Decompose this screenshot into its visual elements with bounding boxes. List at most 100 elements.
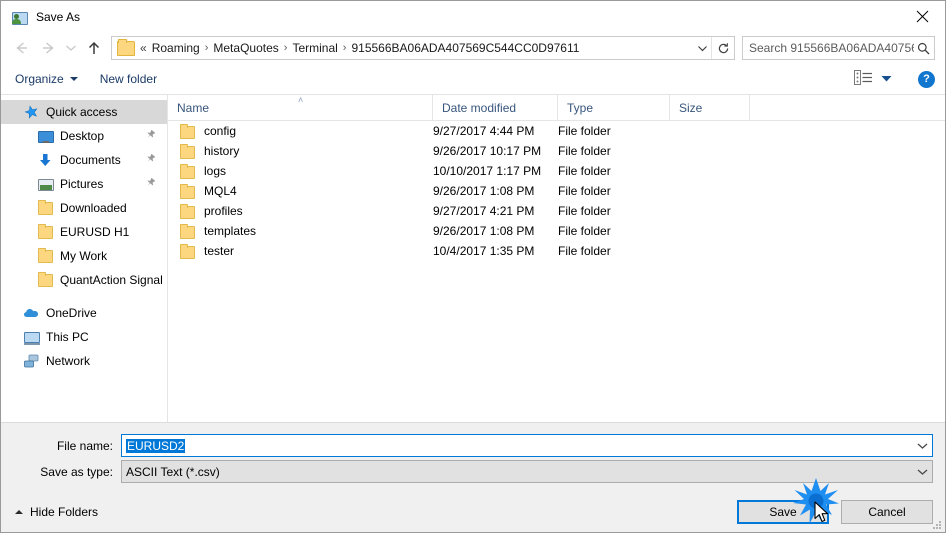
refresh-icon[interactable]	[711, 37, 734, 59]
breadcrumb-separator[interactable]: ›	[203, 42, 211, 54]
pin-icon[interactable]	[141, 175, 158, 193]
sidebar-item-label: QuantAction Signal	[60, 273, 163, 287]
file-name: tester	[204, 244, 235, 258]
sidebar-item-label: Network	[46, 354, 91, 368]
sidebar-item-label: Documents	[60, 153, 121, 167]
search-input[interactable]: Search 915566BA06ADA40756...	[743, 41, 914, 55]
help-label: ?	[923, 72, 930, 85]
up-arrow-icon[interactable]	[81, 35, 107, 61]
view-options-icon	[854, 70, 873, 88]
breadcrumb-overflow[interactable]: «	[139, 41, 149, 55]
network-icon	[23, 353, 40, 369]
column-header-name[interactable]: Name ˄	[168, 94, 433, 121]
folder-icon	[179, 224, 195, 239]
file-name-cell: templates	[168, 224, 433, 239]
chevron-down-icon[interactable]	[912, 442, 932, 450]
file-rows: config 9/27/2017 4:44 PM File folder his…	[168, 121, 945, 422]
file-name: templates	[204, 224, 257, 238]
table-row[interactable]: tester 10/4/2017 1:35 PM File folder	[168, 241, 945, 261]
file-date-modified: 9/26/2017 1:08 PM	[433, 184, 535, 198]
cancel-button[interactable]: Cancel	[841, 500, 933, 524]
title-bar: Save As	[1, 1, 945, 32]
save-form: File name: EURUSD2 Save as type: ASCII T…	[1, 422, 945, 492]
breadcrumb-item-instance-id[interactable]: 915566BA06ADA407569C544CC0D97611	[348, 41, 582, 55]
sidebar-item-onedrive[interactable]: OneDrive	[1, 301, 167, 325]
sidebar-item-downloaded[interactable]: Downloaded	[1, 196, 167, 220]
chevron-down-icon	[69, 77, 78, 81]
sidebar-item-label: Desktop	[60, 129, 105, 143]
table-row[interactable]: config 9/27/2017 4:44 PM File folder	[168, 121, 945, 141]
organize-button[interactable]: Organize	[15, 72, 78, 86]
sidebar-item-this-pc[interactable]: This PC	[1, 325, 167, 349]
address-bar[interactable]: « Roaming › MetaQuotes › Terminal › 9155…	[111, 36, 735, 60]
folder-icon	[37, 248, 54, 264]
sidebar-item-my-work[interactable]: My Work	[1, 244, 167, 268]
file-name: MQL4	[204, 184, 237, 198]
table-row[interactable]: MQL4 9/26/2017 1:08 PM File folder	[168, 181, 945, 201]
command-toolbar: Organize New folder ?	[1, 64, 945, 95]
table-row[interactable]: profiles 9/27/2017 4:21 PM File folder	[168, 201, 945, 221]
file-name-cell: logs	[168, 164, 433, 179]
folder-icon	[37, 272, 54, 288]
file-date-modified: 9/27/2017 4:21 PM	[433, 204, 535, 218]
sidebar-item-quantaction-signal[interactable]: QuantAction Signal	[1, 268, 167, 292]
search-box[interactable]: Search 915566BA06ADA40756...	[742, 36, 935, 60]
recent-locations-chevron-down-icon[interactable]	[61, 35, 81, 61]
sidebar-item-eurusd-h1[interactable]: EURUSD H1	[1, 220, 167, 244]
window-title: Save As	[36, 9, 81, 24]
view-options-button[interactable]	[854, 70, 892, 88]
search-icon[interactable]	[914, 42, 934, 55]
sidebar-item-pictures[interactable]: Pictures	[1, 172, 167, 196]
pin-icon[interactable]	[141, 151, 158, 169]
computer-icon	[23, 329, 40, 345]
back-arrow-icon[interactable]	[9, 35, 35, 61]
table-row[interactable]: history 9/26/2017 10:17 PM File folder	[168, 141, 945, 161]
file-date-modified: 10/4/2017 1:35 PM	[433, 244, 535, 258]
breadcrumb-separator[interactable]: ›	[282, 42, 290, 54]
column-header-type[interactable]: Type	[558, 94, 670, 121]
column-header-label: Name	[177, 100, 210, 115]
help-button[interactable]: ?	[918, 70, 935, 88]
new-folder-button[interactable]: New folder	[100, 72, 157, 86]
forward-arrow-icon[interactable]	[35, 35, 61, 61]
save-as-type-value: ASCII Text (*.csv)	[126, 464, 220, 479]
folder-icon	[179, 144, 195, 159]
view-chevron-down-icon[interactable]	[881, 72, 892, 86]
breadcrumb-separator[interactable]: ›	[341, 42, 349, 54]
sidebar-item-network[interactable]: Network	[1, 349, 167, 373]
file-name-cell: history	[168, 144, 433, 159]
folder-icon	[117, 38, 135, 56]
sidebar-item-desktop[interactable]: Desktop	[1, 124, 167, 148]
hide-folders-label: Hide Folders	[30, 505, 99, 519]
chevron-down-icon[interactable]	[912, 468, 932, 476]
file-date-modified: 9/27/2017 4:44 PM	[433, 124, 535, 138]
breadcrumb-item-metaquotes[interactable]: MetaQuotes	[210, 41, 281, 55]
file-name: logs	[204, 164, 227, 178]
file-name-cell: config	[168, 124, 433, 139]
save-as-type-select[interactable]: ASCII Text (*.csv)	[121, 460, 933, 483]
address-chevron-down-icon[interactable]	[693, 37, 711, 59]
dialog-footer: Hide Folders Save Cancel	[1, 492, 945, 532]
sidebar-item-documents[interactable]: Documents	[1, 148, 167, 172]
breadcrumb-item-roaming[interactable]: Roaming	[149, 41, 203, 55]
column-header-size[interactable]: Size	[670, 94, 750, 121]
folder-icon	[179, 124, 195, 139]
sidebar-item-quick-access[interactable]: Quick access	[1, 100, 167, 124]
hide-folders-button[interactable]: Hide Folders	[15, 505, 98, 519]
resize-grip[interactable]	[932, 520, 942, 530]
save-button[interactable]: Save	[737, 500, 829, 524]
star-icon	[23, 104, 40, 120]
table-row[interactable]: logs 10/10/2017 1:17 PM File folder	[168, 161, 945, 181]
file-date-modified: 9/26/2017 10:17 PM	[433, 144, 542, 158]
file-name-input[interactable]: EURUSD2	[121, 434, 933, 457]
file-type: File folder	[558, 124, 611, 138]
folder-icon	[37, 200, 54, 216]
breadcrumb-item-terminal[interactable]: Terminal	[289, 41, 340, 55]
file-name-value: EURUSD2	[126, 438, 186, 453]
organize-label: Organize	[15, 72, 64, 86]
table-row[interactable]: templates 9/26/2017 1:08 PM File folder	[168, 221, 945, 241]
close-icon[interactable]	[899, 1, 945, 31]
column-header-date-modified[interactable]: Date modified	[433, 94, 558, 121]
pin-icon[interactable]	[141, 127, 158, 145]
file-list-pane: Name ˄ Date modified Type Size config 9/…	[168, 94, 945, 422]
